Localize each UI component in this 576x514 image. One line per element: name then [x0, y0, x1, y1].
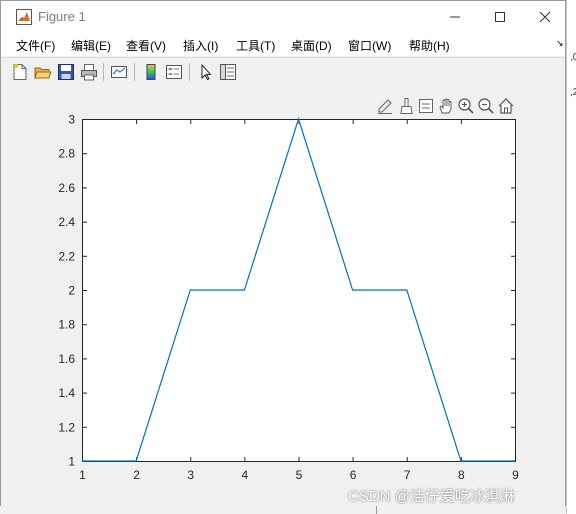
menu-bar: 文件(F) 编辑(E) 查看(V) 插入(I) 工具(T) 桌面(D) 窗口(W… — [1, 32, 565, 56]
edit-plot-icon[interactable] — [197, 63, 215, 81]
title-bar[interactable]: Figure 1 — [1, 1, 565, 32]
property-inspector-icon[interactable] — [219, 63, 237, 81]
minimize-button[interactable] — [432, 1, 478, 32]
background-text: ,2 — [570, 87, 576, 98]
matlab-icon — [16, 9, 32, 25]
figure-canvas — [1, 86, 565, 506]
insert-legend-icon[interactable] — [165, 63, 183, 81]
toolbar-separator — [189, 63, 190, 81]
watermark-text: CSDN @洁仔爱吃冰淇淋 — [348, 488, 515, 505]
menu-edit[interactable]: 编辑(E) — [71, 37, 111, 54]
toolbar-separator — [134, 63, 135, 81]
insert-colorbar-icon[interactable] — [142, 63, 160, 81]
pan-icon[interactable] — [437, 97, 455, 115]
print-icon[interactable] — [80, 63, 98, 81]
menu-file[interactable]: 文件(F) — [16, 37, 55, 54]
link-plot-icon[interactable] — [110, 63, 128, 81]
maximize-icon — [495, 11, 505, 22]
close-button[interactable] — [522, 1, 568, 32]
zoom-in-icon[interactable] — [457, 97, 475, 115]
menu-overflow-icon[interactable]: ↘ — [556, 38, 564, 49]
figure-window: Figure 1 文件(F) 编辑(E) 查看(V) 插入(I) 工具(T) 桌… — [0, 0, 566, 506]
menu-tools[interactable]: 工具(T) — [236, 37, 275, 54]
menu-insert[interactable]: 插入(I) — [183, 37, 218, 54]
save-icon[interactable] — [57, 63, 75, 81]
menu-window[interactable]: 窗口(W) — [348, 37, 391, 54]
menu-help[interactable]: 帮助(H) — [409, 37, 450, 54]
minimize-icon — [450, 16, 460, 17]
window-title: Figure 1 — [38, 9, 86, 24]
maximize-button[interactable] — [477, 1, 523, 32]
menu-desktop[interactable]: 桌面(D) — [291, 37, 332, 54]
edit-brush-icon[interactable] — [376, 97, 394, 115]
close-icon — [539, 11, 551, 22]
data-tips-icon[interactable] — [417, 97, 435, 115]
background-window-edge: ,0 ,2 — [566, 0, 576, 514]
home-icon[interactable] — [497, 97, 515, 115]
zoom-out-icon[interactable] — [477, 97, 495, 115]
new-figure-icon[interactable] — [11, 63, 29, 81]
data-brush-icon[interactable] — [397, 97, 415, 115]
figure-toolbar — [1, 57, 565, 87]
menu-view[interactable]: 查看(V) — [126, 37, 166, 54]
open-file-icon[interactable] — [34, 63, 52, 81]
background-text: ,0 — [570, 52, 576, 63]
toolbar-separator — [103, 63, 104, 81]
